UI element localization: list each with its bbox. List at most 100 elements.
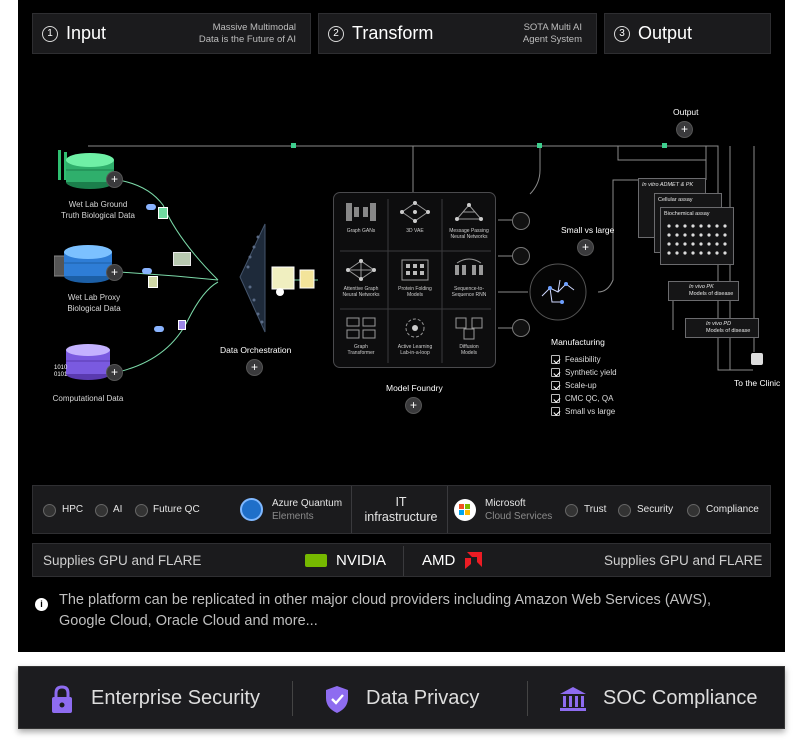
data-packet-icon [173, 252, 191, 266]
attentive-graph-icon [346, 259, 376, 281]
divider [527, 681, 528, 716]
divider [351, 486, 352, 533]
seq2seq-rnn-icon [455, 258, 483, 275]
assay-plate-icon [667, 224, 727, 255]
checkbox-synthetic-yield[interactable] [551, 368, 560, 377]
it-infrastructure-label: IT infrastructure [364, 495, 438, 524]
antibody-icon [512, 212, 530, 230]
in-vivo-pd-card: In vivo PD Models of disease [685, 318, 759, 338]
checkbox-cmc-qc-qa[interactable] [551, 394, 560, 403]
to-the-clinic-label: To the Clinic [734, 378, 781, 388]
ai-icon [95, 504, 108, 517]
binary-data-label: 1010 0101 [54, 365, 68, 378]
platform-diagram: 1 Input Massive Multimodal Data is the Fu… [18, 0, 785, 652]
cloud-icon [146, 204, 156, 210]
future-qc-label: Future QC [153, 504, 200, 515]
computational-data-label: Computational Data [52, 394, 124, 403]
wet-lab-proxy-add-button[interactable]: + [106, 264, 123, 281]
lightning-icon [43, 504, 56, 517]
data-packet-icon [148, 276, 158, 288]
model-foundry-label: Model Foundry [386, 383, 443, 393]
wet-lab-ground-add-button[interactable]: + [106, 171, 123, 188]
divider [447, 486, 448, 533]
model-seq2seq-rnn: Sequence-to- Sequence RNN [442, 251, 496, 309]
divider [292, 681, 293, 716]
model-foundry-panel: Graph GANs 3D VAE Message Passing Neural … [333, 192, 496, 368]
molecule-structure-icon [529, 263, 587, 321]
data-orchestration-funnel-icon [239, 223, 315, 333]
compliance-banner: Enterprise Security Data Privacy SOC Com… [18, 666, 785, 729]
model-graph-transformer: Graph Transformer [334, 309, 388, 367]
data-orchestration-label: Data Orchestration [220, 345, 292, 355]
institution-icon [560, 686, 586, 711]
checkbox-small-vs-large[interactable] [551, 407, 560, 416]
gpu-left-label: Supplies GPU and FLARE [43, 553, 202, 568]
computational-add-button[interactable]: + [106, 364, 123, 381]
cloud-icon [142, 268, 152, 274]
manufacturing-item: Feasibility [565, 355, 601, 364]
model-3d-vae: 3D VAE [388, 193, 442, 251]
lock-icon [618, 504, 631, 517]
message-passing-icon [455, 203, 483, 221]
info-icon: i [35, 598, 48, 611]
protein-folding-icon [401, 259, 429, 281]
small-vs-large-label: Small vs large [561, 225, 615, 235]
divider [403, 546, 404, 576]
wet-lab-ground-label: Wet Lab Ground Truth Biological Data [61, 200, 135, 220]
model-foundry-add-button[interactable]: + [405, 397, 422, 414]
security-label: Security [637, 504, 674, 515]
model-graph-gans: Graph GANs [334, 193, 388, 251]
graph-gans-icon [346, 203, 376, 221]
data-orchestration-add-button[interactable]: + [246, 359, 263, 376]
model-message-passing: Message Passing Neural Networks [442, 193, 496, 251]
gpu-right-label: Supplies GPU and FLARE [604, 553, 763, 568]
amd-label: AMD [422, 552, 456, 569]
small-vs-large-add-button[interactable]: + [577, 239, 594, 256]
hpc-label: HPC [62, 504, 84, 515]
manufacturing-title: Manufacturing [551, 337, 605, 347]
infrastructure-bar: HPC AI Future QC Azure Quantum Elements I… [32, 485, 771, 534]
wet-lab-proxy-label: Wet Lab Proxy Biological Data [67, 293, 121, 313]
wet-lab-proxy-database-icon [54, 245, 112, 283]
gpu-bar: Supplies GPU and FLARE NVIDIA AMD Suppli… [32, 543, 771, 577]
padlock-icon [52, 684, 72, 713]
microsoft-cloud-label: Microsoft Cloud Services [485, 498, 553, 522]
enterprise-security-item: Enterprise Security [49, 667, 260, 730]
manufacturing-item: Small vs large [565, 407, 616, 416]
amd-logo-icon [465, 552, 482, 569]
azure-quantum-icon [240, 498, 263, 521]
in-vivo-pk-card: In vivo PK Models of disease [668, 281, 739, 301]
bank-icon [687, 504, 700, 517]
data-packet-icon [158, 207, 168, 219]
output-label: Output [673, 107, 699, 117]
3d-vae-icon [400, 201, 430, 223]
model-diffusion: Diffusion Models [442, 309, 496, 367]
cloud-icon [154, 326, 164, 332]
biochemical-assay-card: Biochemical assay [660, 207, 734, 265]
nvidia-label: NVIDIA [336, 552, 387, 569]
azure-quantum-label: Azure Quantum Elements [272, 498, 343, 522]
manufacturing-item: CMC QC, QA [565, 394, 614, 403]
data-privacy-item: Data Privacy [324, 667, 479, 730]
shield-check-icon [326, 685, 348, 713]
active-learning-icon [405, 318, 425, 338]
graph-transformer-icon [346, 317, 376, 339]
diffusion-icon [455, 317, 483, 340]
soc-compliance-item: SOC Compliance [559, 667, 758, 730]
computational-database-icon [66, 344, 110, 380]
compliance-label: Compliance [706, 504, 759, 515]
ai-label: AI [113, 504, 123, 515]
cloud-providers-note: The platform can be replicated in other … [59, 592, 711, 629]
quantum-icon [135, 504, 148, 517]
clinic-icon [751, 353, 763, 365]
model-protein-folding: Protein Folding Models [388, 251, 442, 309]
checkbox-feasibility[interactable] [551, 355, 560, 364]
manufacturing-item: Synthetic yield [565, 368, 617, 377]
checkbox-scale-up[interactable] [551, 381, 560, 390]
shield-icon [565, 504, 578, 517]
model-attentive-graph: Attentive Graph Neural Networks [334, 251, 388, 309]
microsoft-logo-icon [454, 499, 476, 521]
output-add-button[interactable]: + [676, 121, 693, 138]
model-active-learning: Active Learning Lab-in-a-loop [388, 309, 442, 367]
manufacturing-item: Scale-up [565, 381, 597, 390]
